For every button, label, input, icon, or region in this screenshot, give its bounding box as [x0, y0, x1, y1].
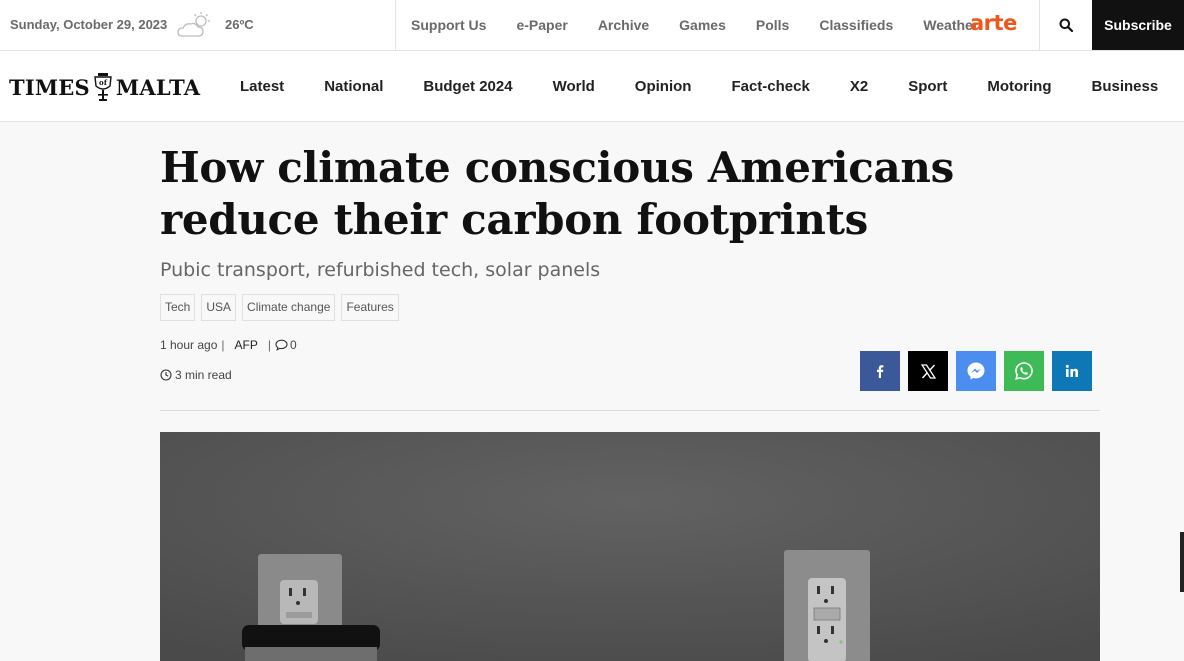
- logo-crest-text: of: [99, 78, 108, 87]
- nav-budget-2024[interactable]: Budget 2024: [423, 78, 512, 95]
- read-time-label: 3 min read: [175, 368, 232, 382]
- nav-x2[interactable]: X2: [850, 78, 868, 95]
- nav-latest[interactable]: Latest: [240, 78, 284, 95]
- utility-nav: Support Us e-Paper Archive Games Polls C…: [395, 0, 1008, 50]
- share-facebook-button[interactable]: [860, 351, 900, 391]
- subscribe-button[interactable]: Subscribe: [1092, 0, 1184, 50]
- times-of-malta-logo[interactable]: TIMES of MALTA: [9, 72, 200, 102]
- share-messenger-button[interactable]: [956, 351, 996, 391]
- article-tags: Tech USA Climate change Features: [160, 294, 405, 321]
- nav-national[interactable]: National: [324, 78, 383, 95]
- comment-count[interactable]: 0: [290, 338, 297, 352]
- search-icon: [1059, 18, 1073, 32]
- x-icon: [920, 363, 936, 379]
- share-whatsapp-button[interactable]: [1004, 351, 1044, 391]
- e-paper-link[interactable]: e-Paper: [516, 17, 567, 33]
- share-linkedin-button[interactable]: [1052, 351, 1092, 391]
- nav-motoring[interactable]: Motoring: [987, 78, 1051, 95]
- share-buttons: [860, 351, 1100, 391]
- comment-icon[interactable]: [275, 339, 288, 351]
- archive-link[interactable]: Archive: [598, 17, 649, 33]
- nav-world[interactable]: World: [553, 78, 595, 95]
- nav-opinion[interactable]: Opinion: [635, 78, 692, 95]
- article-hero-image[interactable]: [160, 432, 1100, 661]
- nav-sport[interactable]: Sport: [908, 78, 947, 95]
- author-link[interactable]: AFP: [235, 338, 258, 352]
- logo-text-right: MALTA: [115, 74, 201, 100]
- tag-climate-change[interactable]: Climate change: [242, 294, 336, 321]
- partly-cloudy-icon: [177, 12, 210, 37]
- temperature: 26ºC: [225, 17, 254, 32]
- tag-features[interactable]: Features: [341, 294, 399, 321]
- clock-icon: [160, 369, 172, 381]
- article-meta: 1 hour ago | AFP | 0: [160, 338, 297, 352]
- meta-divider: [160, 410, 1100, 411]
- games-link[interactable]: Games: [679, 17, 726, 33]
- logo-text-left: TIMES: [9, 74, 90, 100]
- nav-business[interactable]: Business: [1092, 78, 1159, 95]
- crest-icon: of: [94, 73, 112, 101]
- classifieds-link[interactable]: Classifieds: [819, 17, 893, 33]
- tag-tech[interactable]: Tech: [160, 294, 196, 321]
- search-button[interactable]: [1039, 0, 1092, 50]
- linkedin-icon: [1065, 364, 1078, 377]
- read-time: 3 min read: [160, 368, 232, 382]
- article-subheading: Pubic transport, refurbished tech, solar…: [160, 259, 601, 281]
- hero-photo: [160, 432, 1100, 661]
- main-navigation: TIMES of MALTA Latest National Budget 20…: [0, 51, 1184, 122]
- polls-link[interactable]: Polls: [756, 17, 789, 33]
- whatsapp-icon: [1015, 362, 1033, 380]
- messenger-icon: [967, 362, 985, 380]
- article-headline: How climate conscious Americans reduce t…: [160, 143, 954, 244]
- nav-fact-check[interactable]: Fact-check: [731, 78, 809, 95]
- meta-separator: |: [267, 338, 271, 352]
- arte-partner-logo[interactable]: arte: [970, 11, 1017, 35]
- section-nav: Latest National Budget 2024 World Opinio…: [240, 78, 1184, 95]
- utility-bar: Sunday, October 29, 2023 26ºC Support Us…: [0, 0, 1184, 51]
- meta-separator: |: [221, 338, 225, 352]
- published-time: 1 hour ago: [160, 338, 218, 352]
- facebook-icon: [877, 365, 884, 378]
- current-date: Sunday, October 29, 2023: [10, 17, 168, 32]
- scrollbar-thumb[interactable]: [1180, 532, 1184, 592]
- share-x-button[interactable]: [908, 351, 948, 391]
- support-us-link[interactable]: Support Us: [411, 17, 486, 33]
- tag-usa[interactable]: USA: [201, 294, 237, 321]
